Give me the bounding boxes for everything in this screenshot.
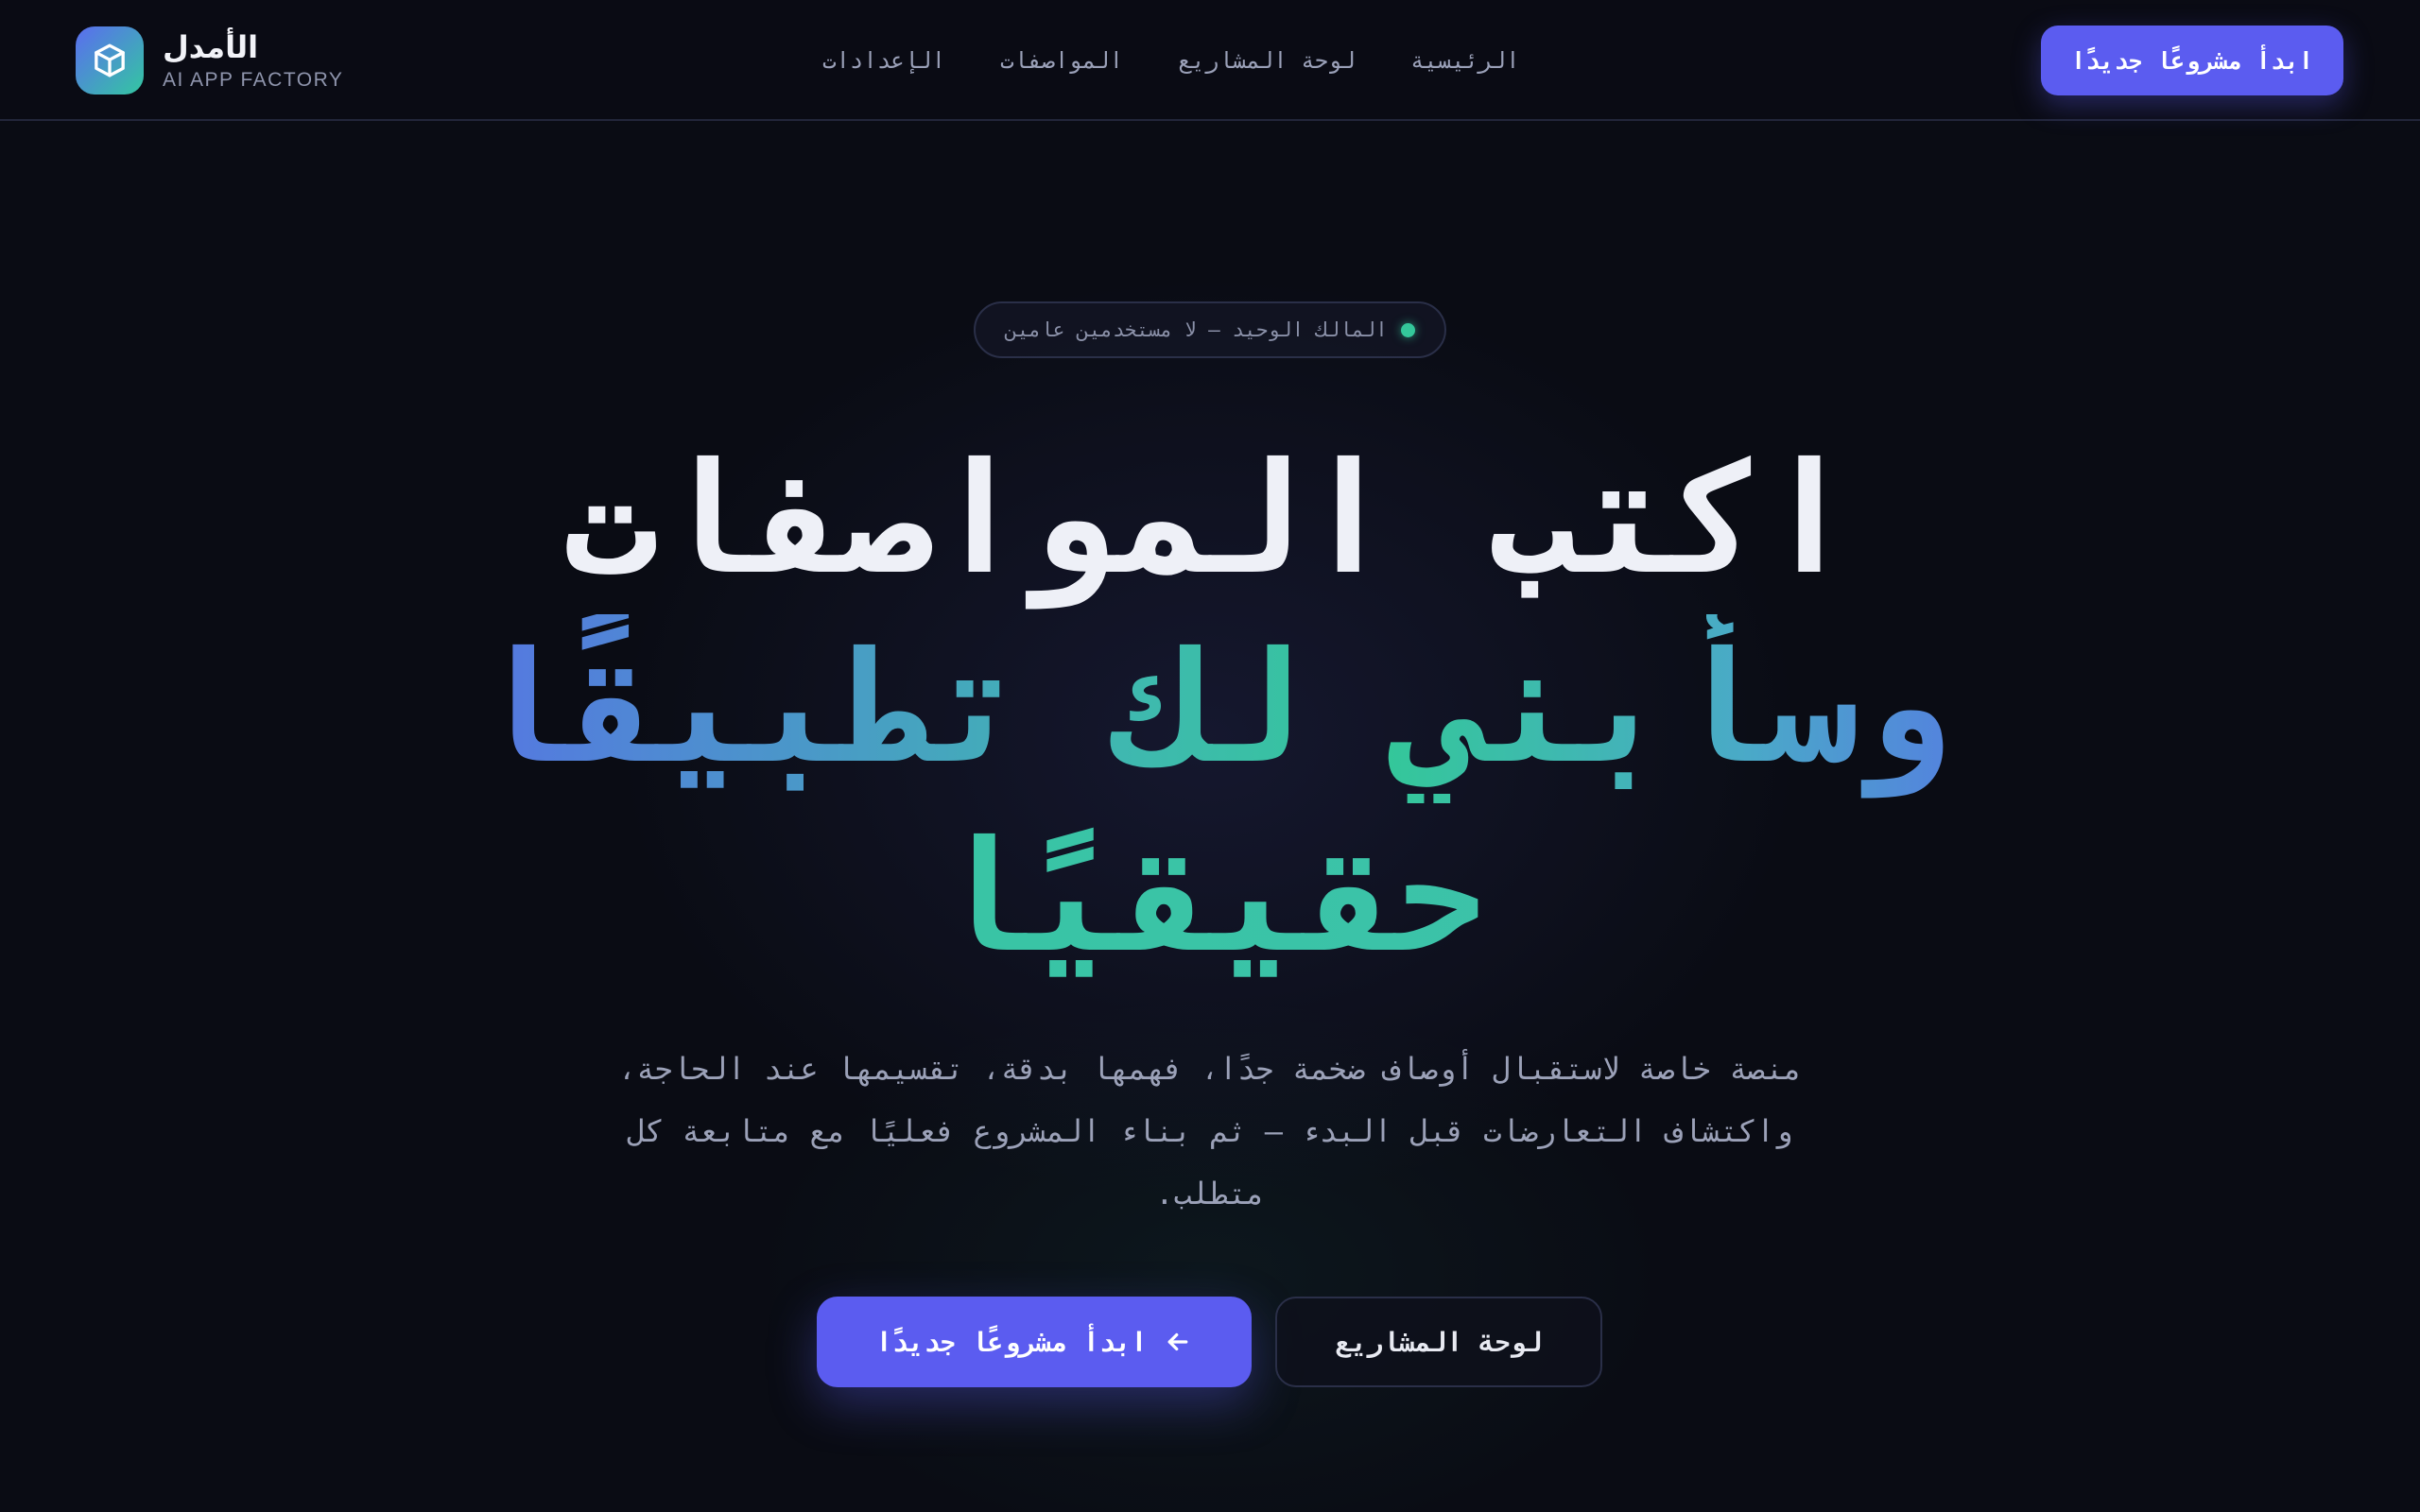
nav-item-home[interactable]: الرئيسية (1410, 47, 1520, 74)
new-project-button[interactable]: ابدأ مشروعًا جديدًا (2041, 26, 2343, 95)
main-nav: الرئيسية لوحة المشاريع المواصفات الإعداد… (822, 0, 1520, 121)
headline-line-1: اكتب المواصفات (564, 431, 1856, 609)
brand-name: الأمدل (163, 29, 259, 65)
nav-item-settings[interactable]: الإعدادات (822, 47, 945, 74)
arrow-left-icon (1164, 1328, 1192, 1356)
start-new-project-button[interactable]: ابدأ مشروعًا جديدًا (817, 1297, 1252, 1387)
hero-actions: ابدأ مشروعًا جديدًا لوحة المشاريع (0, 1297, 2420, 1391)
nav-item-specifications[interactable]: المواصفات (1000, 47, 1123, 74)
start-new-project-label: ابدأ مشروعًا جديدًا (875, 1326, 1148, 1358)
nav-item-projects-dashboard[interactable]: لوحة المشاريع (1178, 47, 1356, 74)
page: الأمدل AI APP FACTORY الرئيسية لوحة المش… (0, 0, 2420, 1512)
headline-line-2: وسأبني لك تطبيقًا (312, 614, 2108, 803)
brand[interactable]: الأمدل AI APP FACTORY (76, 26, 343, 95)
top-navbar: الأمدل AI APP FACTORY الرئيسية لوحة المش… (0, 0, 2420, 121)
brand-tagline: AI APP FACTORY (163, 69, 344, 91)
headline-line-3: حقيقيًا (312, 803, 2108, 992)
hero-description: منصة خاصة لاستقبال أوصاف ضخمة جدًا، فهمه… (617, 1051, 1803, 1211)
brand-text: الأمدل AI APP FACTORY (163, 29, 343, 92)
status-badge: المالك الوحيد — لا مستخدمين عامين (974, 301, 1446, 358)
projects-dashboard-button[interactable]: لوحة المشاريع (1275, 1297, 1602, 1387)
cube-icon (76, 26, 144, 94)
status-dot-icon (1400, 322, 1415, 337)
status-badge-text: المالك الوحيد — لا مستخدمين عامين (1005, 318, 1388, 341)
hero-headline: اكتب المواصفات وسأبني لك تطبيقًا حقيقيًا (312, 425, 2108, 992)
